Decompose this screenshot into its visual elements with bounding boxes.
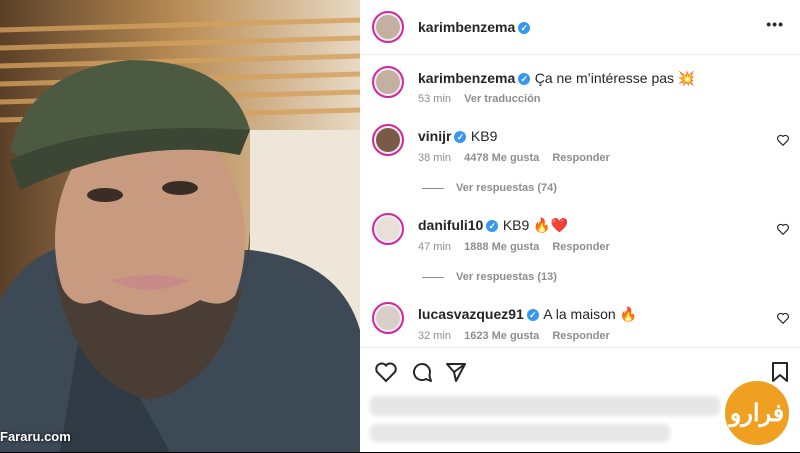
more-options-icon[interactable]: •••	[766, 16, 784, 32]
post-panel: karimbenzema ✓ ••• karimbenzema ✓ Ça ne m’…	[360, 0, 800, 452]
comment-row: lucasvazquez91 ✓ A la maison 🔥	[418, 306, 637, 324]
reply-button[interactable]: Responder	[552, 152, 609, 164]
author-username[interactable]: karimbenzema	[418, 19, 515, 35]
divider-line	[422, 276, 444, 278]
comment-likes[interactable]: 4478 Me gusta	[464, 152, 539, 164]
comment-text: KB9	[470, 128, 498, 144]
post-header: karimbenzema ✓ •••	[360, 0, 800, 55]
fararu-logo: فرارو	[722, 378, 792, 448]
heart-icon[interactable]	[374, 360, 398, 384]
post-photo[interactable]: Fararu.com	[0, 0, 360, 452]
comment-username[interactable]: danifuli10	[418, 217, 483, 233]
comment-icon[interactable]	[410, 360, 434, 384]
verified-badge-icon: ✓	[526, 308, 539, 321]
view-replies-button[interactable]: Ver respuestas (74)	[422, 182, 557, 194]
verified-badge-icon: ✓	[454, 130, 467, 143]
comment-avatar[interactable]	[372, 213, 404, 245]
caption-username[interactable]: karimbenzema	[418, 70, 515, 86]
comment-time: 47 min	[418, 241, 452, 253]
like-comment-icon[interactable]	[776, 222, 790, 236]
share-icon[interactable]	[444, 360, 468, 384]
comment-time: 38 min	[418, 152, 452, 164]
verified-badge-icon: ✓	[486, 219, 499, 232]
verified-badge-icon: ✓	[518, 72, 531, 85]
selfie-image	[0, 0, 360, 452]
view-replies-label: Ver respuestas (74)	[456, 182, 557, 194]
logo-text: فرارو	[729, 400, 785, 427]
like-comment-icon[interactable]	[776, 311, 790, 325]
caption-text: Ça ne m’intéresse pas 💥	[534, 70, 696, 86]
caption-time: 53 min	[418, 93, 452, 105]
caption-meta: 53 min Ver traducción	[418, 93, 541, 105]
comment-text: A la maison 🔥	[543, 306, 637, 322]
comment-meta: 47 min 1888 Me gusta Responder	[418, 241, 610, 253]
comment-username[interactable]: vinijr	[418, 128, 451, 144]
verified-badge-icon: ✓	[518, 21, 531, 34]
comment-text: KB9 🔥❤️	[502, 217, 569, 233]
translate-link[interactable]: Ver traducción	[464, 93, 540, 105]
comment-likes[interactable]: 1623 Me gusta	[464, 330, 539, 342]
comment-username[interactable]: lucasvazquez91	[418, 306, 524, 322]
author-name-row[interactable]: karimbenzema ✓	[418, 19, 531, 37]
reply-button[interactable]: Responder	[552, 330, 609, 342]
view-replies-button[interactable]: Ver respuestas (13)	[422, 271, 557, 283]
comment-row: danifuli10 ✓ KB9 🔥❤️	[418, 217, 568, 235]
comment-avatar[interactable]	[372, 302, 404, 334]
comment-likes[interactable]: 1888 Me gusta	[464, 241, 539, 253]
caption-row: karimbenzema ✓ Ça ne m’intéresse pas 💥	[418, 70, 695, 88]
watermark-text: Fararu.com	[0, 429, 71, 444]
author-avatar[interactable]	[372, 11, 404, 43]
comment-time: 32 min	[418, 330, 452, 342]
like-comment-icon[interactable]	[776, 133, 790, 147]
caption-avatar[interactable]	[372, 66, 404, 98]
divider-line	[422, 187, 444, 189]
reply-button[interactable]: Responder	[552, 241, 609, 253]
view-replies-label: Ver respuestas (13)	[456, 271, 557, 283]
comment-meta: 38 min 4478 Me gusta Responder	[418, 152, 610, 164]
blurred-likes-text	[370, 396, 720, 416]
blurred-date-text	[370, 424, 670, 442]
comment-row: vinijr ✓ KB9	[418, 128, 497, 146]
comment-meta: 32 min 1623 Me gusta Responder	[418, 330, 610, 342]
comment-avatar[interactable]	[372, 124, 404, 156]
